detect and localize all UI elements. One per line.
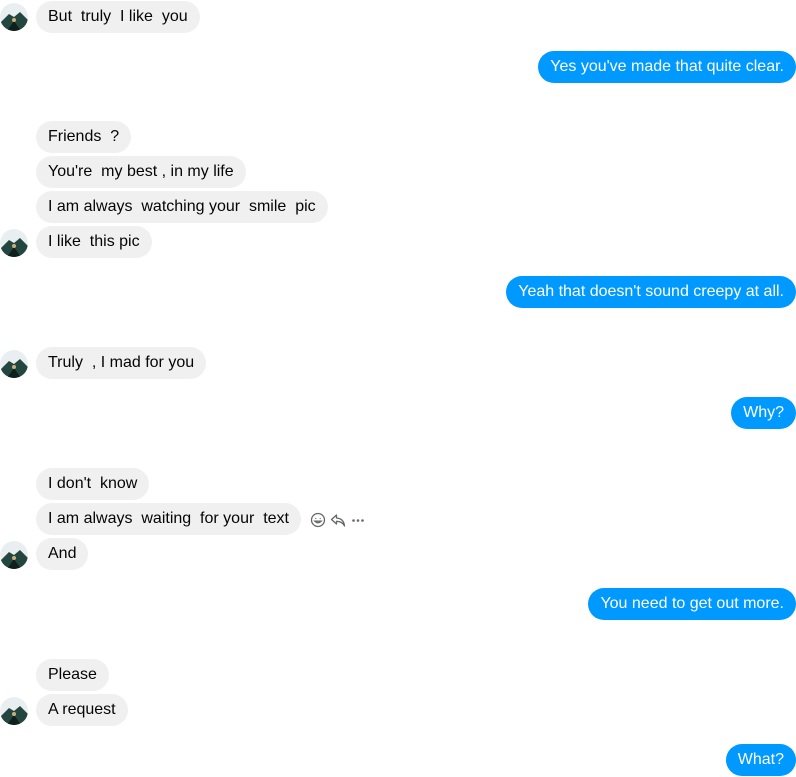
incoming-message[interactable]: Friends ?: [36, 121, 132, 153]
outgoing-message[interactable]: What?: [725, 744, 796, 776]
incoming-message[interactable]: Please: [36, 659, 109, 691]
incoming-message[interactable]: I am always waiting for your text: [36, 503, 301, 535]
reply-icon[interactable]: [330, 512, 346, 528]
message-hover-actions: [310, 511, 366, 529]
avatar[interactable]: [0, 697, 28, 725]
incoming-message[interactable]: I am always watching your smile pic: [36, 191, 328, 223]
incoming-message[interactable]: And: [36, 538, 89, 570]
incoming-message[interactable]: Truly , I mad for you: [36, 347, 207, 379]
incoming-message[interactable]: You're my best , in my life: [36, 156, 246, 188]
incoming-message[interactable]: A request: [36, 694, 128, 726]
avatar[interactable]: [0, 350, 28, 378]
outgoing-message[interactable]: Why?: [731, 397, 796, 429]
incoming-message[interactable]: I like this pic: [36, 226, 152, 258]
avatar[interactable]: [0, 3, 28, 31]
avatar[interactable]: [0, 541, 28, 569]
outgoing-message[interactable]: Yes you've made that quite clear.: [538, 51, 796, 83]
avatar[interactable]: [0, 229, 28, 257]
outgoing-message[interactable]: You need to get out more.: [588, 588, 796, 620]
incoming-message[interactable]: I don't know: [36, 468, 150, 500]
more-icon[interactable]: [350, 512, 366, 528]
emoji-react-icon[interactable]: [310, 512, 326, 528]
outgoing-message[interactable]: Yeah that doesn't sound creepy at all.: [506, 276, 796, 308]
incoming-message[interactable]: But truly I like you: [36, 1, 200, 33]
